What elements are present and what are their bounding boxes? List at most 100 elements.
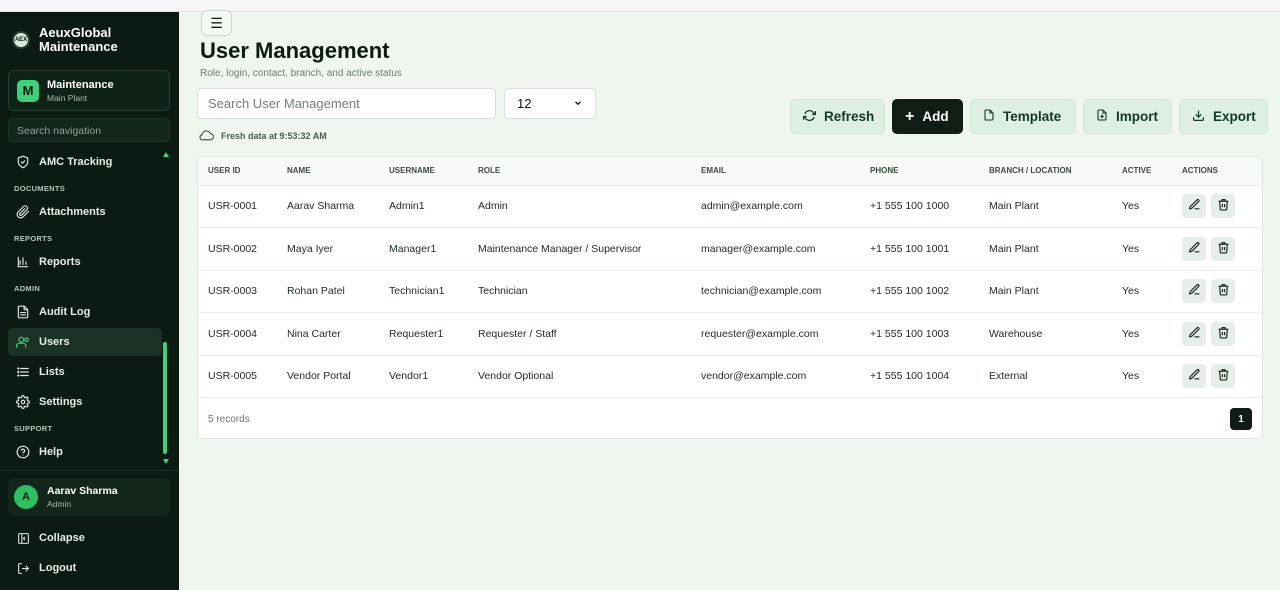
edit-button[interactable] <box>1182 279 1206 304</box>
column-header: EMAIL <box>691 157 860 186</box>
avatar: A <box>14 485 38 509</box>
delete-button[interactable] <box>1211 236 1235 261</box>
sidebar-item-help[interactable]: Help <box>8 438 162 466</box>
table-cell: Vendor1 <box>379 355 468 398</box>
import-button[interactable]: Import <box>1083 99 1172 134</box>
table-cell: manager@example.com <box>691 227 860 271</box>
scroll-thumb[interactable] <box>163 342 167 454</box>
column-header: USER ID <box>198 157 277 186</box>
workspace-badge: M <box>17 79 39 102</box>
hamburger-icon: ☰ <box>210 14 223 31</box>
user-name: Aarav Sharma <box>47 485 118 497</box>
table-cell: Main Plant <box>979 227 1112 271</box>
edit-button[interactable] <box>1182 364 1206 389</box>
chevron-down-icon <box>573 96 583 111</box>
logout-button[interactable]: Logout <box>8 554 170 582</box>
trash-icon <box>1217 198 1230 214</box>
bar-chart-icon <box>16 255 30 269</box>
page-subtitle: Role, login, contact, branch, and active… <box>200 68 402 79</box>
pencil-icon <box>1188 241 1201 257</box>
table-cell: Main Plant <box>979 185 1112 228</box>
refresh-button[interactable]: Refresh <box>790 99 885 134</box>
user-card[interactable]: A Aarav Sharma Admin <box>8 478 170 516</box>
edit-button[interactable] <box>1182 236 1206 261</box>
sidebar-scrollbar[interactable] <box>163 152 169 464</box>
edit-button[interactable] <box>1182 321 1206 346</box>
trash-icon <box>1217 241 1230 257</box>
delete-button[interactable] <box>1211 321 1235 346</box>
table-row[interactable]: USR-0003 Rohan Patel Technician1 Technician… <box>198 270 1262 313</box>
table-cell: External <box>979 355 1112 398</box>
delete-button[interactable] <box>1211 279 1235 304</box>
sidebar-item-amc-tracking[interactable]: AMC Tracking <box>8 148 162 176</box>
column-header: ACTIVE <box>1112 157 1172 186</box>
shield-check-icon <box>16 155 30 169</box>
export-button[interactable]: Export <box>1179 99 1268 134</box>
sidebar-item-users[interactable]: Users <box>8 328 162 356</box>
sidebar-item-lists[interactable]: Lists <box>8 358 162 386</box>
table-row[interactable]: USR-0005 Vendor Portal Vendor1 Vendor Optio… <box>198 355 1262 398</box>
collapse-button[interactable]: Collapse <box>8 524 170 552</box>
scroll-down-arrow-icon[interactable] <box>163 459 169 464</box>
cloud-icon <box>197 128 215 143</box>
actions-cell <box>1172 312 1262 356</box>
sidebar-item-label: AMC Tracking <box>39 156 113 168</box>
table-body: USR-0001 Aarav Sharma Admin1 Admin admin@exa… <box>198 185 1262 398</box>
add-button[interactable]: + Add <box>892 99 963 134</box>
pencil-icon <box>1188 368 1201 384</box>
freshness-text: Fresh data at 9:53:32 AM <box>221 130 327 141</box>
table-cell: Warehouse <box>979 312 1112 356</box>
actions-cell <box>1172 270 1262 313</box>
workspace-switcher[interactable]: M Maintenance Main Plant <box>8 70 170 111</box>
table-cell: +1 555 100 1003 <box>860 312 979 356</box>
table-cell: Yes <box>1112 227 1172 271</box>
table-footer: 5 records 1 <box>198 398 1262 438</box>
column-header: BRANCH / LOCATION <box>979 157 1112 186</box>
sidebar-bottom-nav: Collapse Logout <box>8 524 170 584</box>
export-label: Export <box>1213 109 1256 124</box>
actions-cell <box>1172 185 1262 228</box>
sidebar-item-audit-log[interactable]: Audit Log <box>8 298 162 326</box>
table-row[interactable]: USR-0001 Aarav Sharma Admin1 Admin admin@exa… <box>198 185 1262 228</box>
pencil-icon <box>1188 326 1201 342</box>
page-size-select[interactable]: 12 <box>504 88 596 119</box>
main-content: ☰ User Management Role, login, contact, … <box>179 10 1280 590</box>
pencil-icon <box>1188 283 1201 299</box>
table-cell: +1 555 100 1002 <box>860 270 979 313</box>
table-cell: +1 555 100 1004 <box>860 355 979 398</box>
delete-button[interactable] <box>1211 194 1235 219</box>
logout-label: Logout <box>39 562 77 574</box>
file-icon <box>983 108 995 125</box>
plus-icon: + <box>905 107 915 125</box>
users-icon <box>16 335 30 349</box>
edit-button[interactable] <box>1182 194 1206 219</box>
trash-icon <box>1217 368 1230 384</box>
page-size-value: 12 <box>517 96 532 111</box>
table-cell: Vendor Portal <box>277 355 379 398</box>
actions-cell <box>1172 227 1262 271</box>
sidebar-item-settings[interactable]: Settings <box>8 388 162 416</box>
delete-button[interactable] <box>1211 364 1235 389</box>
table-cell: Yes <box>1112 270 1172 313</box>
nav-search-input[interactable]: Search navigation <box>8 118 170 142</box>
sidebar-item-label: Audit Log <box>39 306 91 318</box>
brand: AEX AeuxGlobal Maintenance <box>12 26 118 54</box>
menu-toggle-button[interactable]: ☰ <box>201 10 232 36</box>
sidebar-divider <box>0 470 179 471</box>
sidebar: AEX AeuxGlobal Maintenance M Maintenance… <box>0 12 179 590</box>
pagination-page-button[interactable]: 1 <box>1230 408 1252 430</box>
scroll-up-arrow-icon[interactable] <box>163 152 169 157</box>
freshness-indicator: Fresh data at 9:53:32 AM <box>197 128 327 143</box>
sidebar-item-label: Settings <box>39 396 83 408</box>
import-label: Import <box>1116 109 1158 124</box>
table-cell: USR-0005 <box>198 355 277 398</box>
users-table: USER ID NAME USERNAME ROLE EMAIL PHONE BRANCH … <box>198 157 1262 398</box>
sidebar-item-label: Users <box>39 336 70 348</box>
list-icon <box>16 365 30 379</box>
sidebar-item-attachments[interactable]: Attachments <box>8 198 162 226</box>
search-input[interactable] <box>197 88 496 119</box>
sidebar-item-reports[interactable]: Reports <box>8 248 162 276</box>
table-row[interactable]: USR-0002 Maya Iyer Manager1 Maintenance Man… <box>198 227 1262 271</box>
template-button[interactable]: Template <box>970 99 1076 134</box>
table-row[interactable]: USR-0004 Nina Carter Requester1 Requester /… <box>198 312 1262 356</box>
